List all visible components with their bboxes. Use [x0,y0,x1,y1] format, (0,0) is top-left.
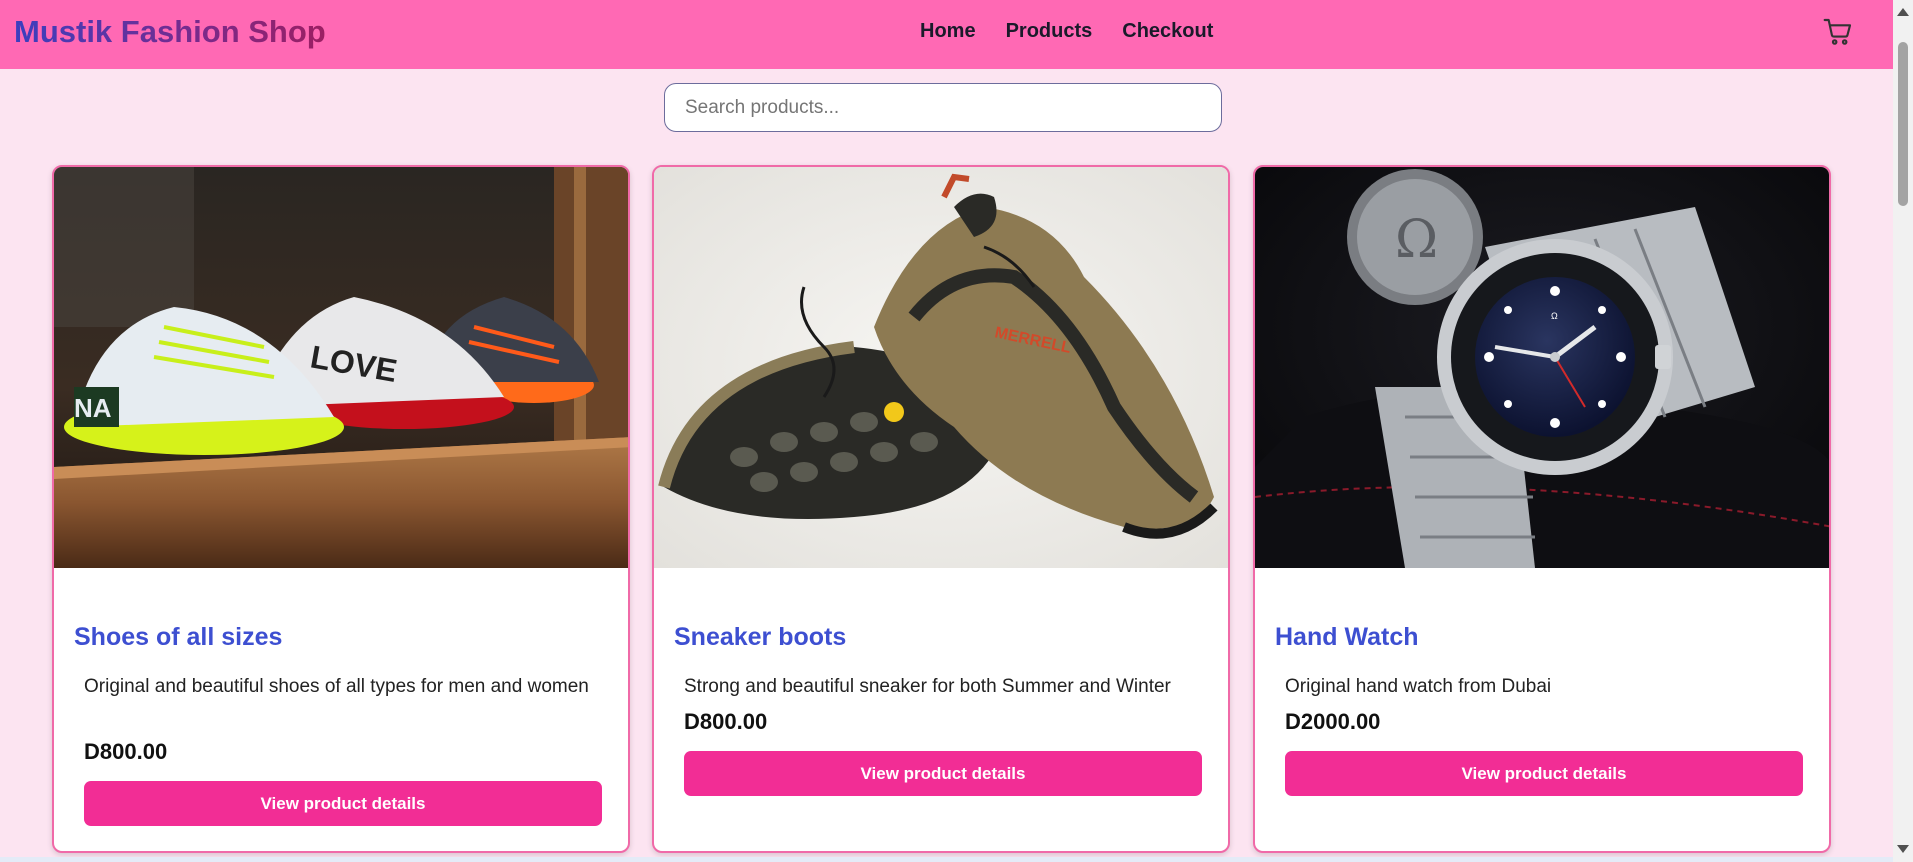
product-description: Strong and beautiful sneaker for both Su… [684,676,1171,697]
scroll-up-arrow-icon[interactable] [1897,8,1909,16]
product-description: Original hand watch from Dubai [1285,676,1552,697]
product-image-shoes[interactable]: LOVE NA [54,167,628,568]
product-image-sneaker-boots[interactable]: MERRELL [654,167,1228,568]
product-title[interactable]: Sneaker boots [674,623,846,652]
nav-products-link[interactable]: Products [1006,20,1093,43]
scrollbar-thumb[interactable] [1898,42,1908,206]
product-title[interactable]: Shoes of all sizes [74,623,282,652]
svg-text:Ω: Ω [1551,311,1558,321]
view-product-details-button[interactable]: View product details [1285,751,1803,796]
top-navbar: Mustik Fashion Shop Home Products Checko… [0,0,1893,69]
scroll-down-arrow-icon[interactable] [1897,845,1909,853]
nav-checkout-link[interactable]: Checkout [1122,20,1213,43]
view-product-details-button[interactable]: View product details [84,781,602,826]
page-bottom-edge [0,857,1893,862]
product-title[interactable]: Hand Watch [1275,623,1419,652]
svg-text:Ω: Ω [1395,210,1438,270]
product-price: D2000.00 [1285,709,1381,734]
product-description: Original and beautiful shoes of all type… [84,676,589,697]
brand-logo[interactable]: Mustik Fashion Shop [14,14,326,50]
nav-home-link[interactable]: Home [920,20,976,43]
product-image-hand-watch[interactable]: Ω Ω [1255,167,1829,568]
shopping-cart-icon[interactable] [1822,16,1854,48]
product-price: D800.00 [684,709,768,734]
product-price: D800.00 [84,739,168,764]
search-input[interactable] [664,83,1222,132]
nav-links: Home Products Checkout [920,20,1213,43]
svg-text:NA: NA [74,393,112,423]
product-card: MERRELL Sneaker boots Strong and beautif… [652,165,1230,853]
product-card: LOVE NA Shoes of all sizes Original and … [52,165,630,853]
view-product-details-button[interactable]: View product details [684,751,1202,796]
product-card: Ω Ω Hand Watch Original hand watch from … [1253,165,1831,853]
vertical-scrollbar[interactable] [1893,0,1913,862]
